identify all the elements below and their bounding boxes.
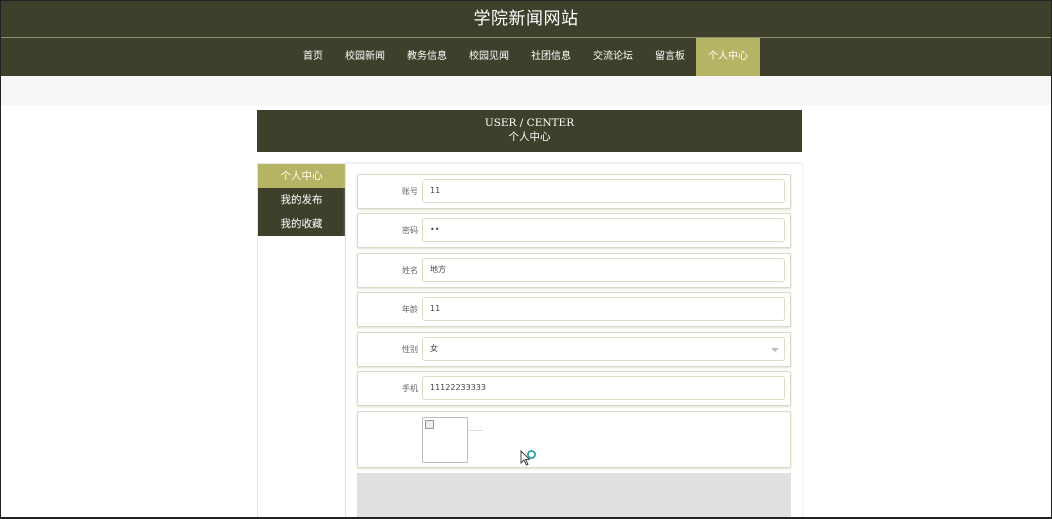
page: 学院新闻网站 首页 校园新闻 教务信息 校园见闻 社团信息 交流论坛 留言板 个…: [0, 0, 1052, 519]
form-row-age: 年龄 11: [357, 292, 791, 327]
account-input[interactable]: 11: [422, 179, 785, 203]
site-title: 学院新闻网站: [1, 1, 1051, 37]
password-label: 密码: [402, 226, 418, 235]
sidebar: 个人中心 我的发布 我的收藏: [257, 163, 346, 517]
page-title-banner: USER / CENTER 个人中心: [257, 110, 802, 152]
form-row-account: 账号 11: [357, 174, 791, 209]
form-row-phone: 手机 11122233333: [357, 371, 791, 406]
main-nav: 首页 校园新闻 教务信息 校园见闻 社团信息 交流论坛 留言板 个人中心: [1, 38, 1051, 76]
nav-item-campus-news[interactable]: 校园新闻: [334, 38, 396, 76]
nav-item-personal-center[interactable]: 个人中心: [696, 38, 760, 76]
age-label: 年龄: [402, 305, 418, 314]
password-input[interactable]: ••: [422, 218, 785, 242]
nav-item-club-info[interactable]: 社团信息: [520, 38, 582, 76]
avatar-upload[interactable]: [422, 417, 536, 466]
gender-select[interactable]: 女: [422, 337, 785, 361]
phone-input[interactable]: 11122233333: [422, 376, 785, 400]
sidebar-item-my-favorites[interactable]: 我的收藏: [258, 212, 345, 236]
name-label: 姓名: [402, 266, 418, 275]
mouse-pointer-icon: [520, 449, 536, 466]
gender-value: 女: [430, 344, 438, 353]
form-row-name: 姓名 地方: [357, 253, 791, 288]
name-input[interactable]: 地方: [422, 258, 785, 282]
nav-item-forum[interactable]: 交流论坛: [582, 38, 644, 76]
form-footer-area: [357, 473, 791, 517]
page-title-en: USER / CENTER: [484, 117, 575, 129]
profile-form: 账号 11 密码 •• 姓名 地方 年龄 11 性别 女 手机 11122233…: [346, 163, 802, 517]
nav-item-home[interactable]: 首页: [292, 38, 334, 76]
broken-image-icon: [425, 420, 434, 429]
chevron-down-icon: [771, 348, 779, 352]
page-title-cn: 个人中心: [508, 131, 551, 143]
nav-item-academic-info[interactable]: 教务信息: [396, 38, 458, 76]
gender-label: 性别: [402, 345, 418, 354]
form-row-gender: 性别 女: [357, 332, 791, 367]
form-row-password: 密码 ••: [357, 213, 791, 248]
sidebar-item-personal-center[interactable]: 个人中心: [258, 164, 345, 188]
phone-label: 手机: [402, 384, 418, 393]
divider: [469, 430, 483, 431]
nav-item-message-board[interactable]: 留言板: [644, 38, 696, 76]
sidebar-item-my-posts[interactable]: 我的发布: [258, 188, 345, 212]
nav-item-campus-sightings[interactable]: 校园见闻: [458, 38, 520, 76]
form-row-avatar: [357, 411, 791, 468]
spacer-strip: [1, 76, 1051, 105]
age-input[interactable]: 11: [422, 297, 785, 321]
account-label: 账号: [402, 187, 418, 196]
